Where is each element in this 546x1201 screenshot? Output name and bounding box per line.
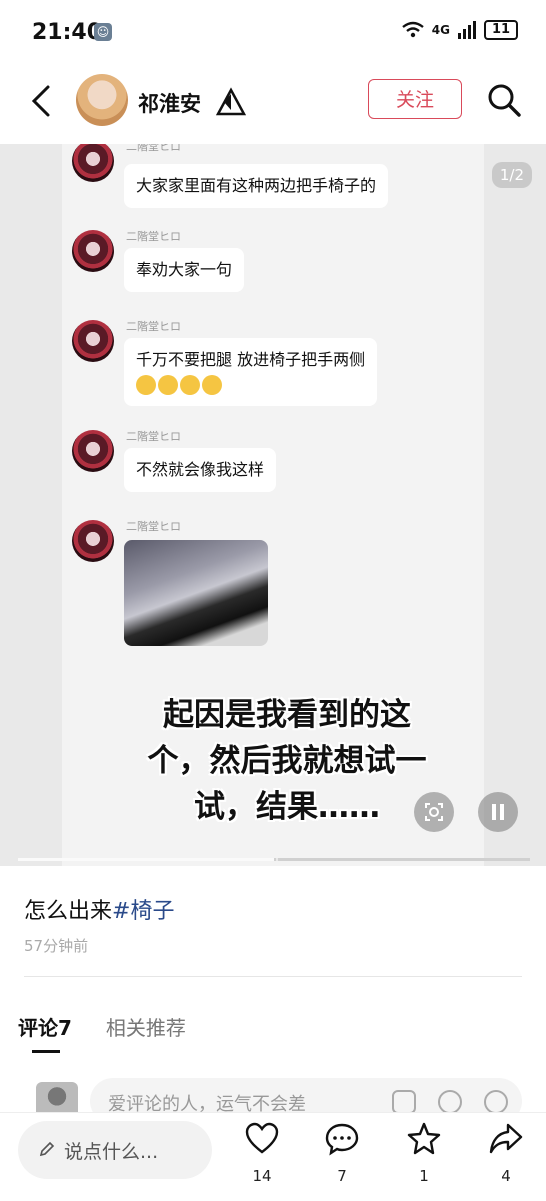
chat-photo	[124, 540, 268, 646]
battery-icon: 11	[484, 20, 518, 40]
chat-bubble: 奉劝大家一句	[124, 248, 245, 292]
like-count: 14	[252, 1167, 272, 1185]
chat-nickname: 二階堂ヒロ	[126, 430, 181, 443]
caption-line: 起因是我看到的这	[163, 697, 411, 733]
status-time: 21:40	[32, 20, 103, 45]
tab-related[interactable]: 相关推荐	[106, 1012, 186, 1041]
pause-icon[interactable]	[478, 792, 518, 832]
chat-nickname: 二階堂ヒロ	[126, 520, 181, 533]
status-bar: 21:40 ☺ 4G 11	[0, 0, 546, 64]
pen-icon	[39, 1141, 55, 1157]
author-name[interactable]: 祁淮安	[138, 88, 201, 118]
chat-avatar	[72, 144, 114, 182]
share-icon	[489, 1123, 523, 1154]
favorite-count: 1	[419, 1167, 429, 1185]
chat-bubble: 不然就会像我这样	[124, 448, 277, 492]
post-media[interactable]: 二階堂ヒロ 大家家里面有这种两边把手椅子的 二階堂ヒロ 奉劝大家一句 二階堂ヒロ…	[0, 144, 546, 866]
crying-emoji-icon	[136, 374, 156, 395]
bottom-action-bar: 说点什么... 14 7 1 4	[0, 1112, 546, 1201]
chat-avatar	[72, 430, 114, 472]
signal-icon	[458, 21, 476, 39]
post-title-text: 怎么出来	[24, 899, 113, 924]
follow-button[interactable]: 关注	[368, 79, 462, 119]
mention-icon[interactable]	[438, 1090, 462, 1114]
comment-count: 7	[337, 1167, 347, 1185]
favorite-button[interactable]: 1	[402, 1121, 446, 1185]
post-title: 怎么出来#椅子	[24, 893, 174, 925]
crying-emoji-icon	[202, 374, 222, 395]
comment-tabs: 评论7 相关推荐	[18, 1012, 186, 1053]
back-icon[interactable]	[26, 84, 56, 118]
chat-avatar	[72, 520, 114, 562]
wifi-icon	[402, 21, 424, 38]
chat-bubble: 千万不要把腿 放进椅子把手两侧	[124, 338, 378, 406]
network-type: 4G	[431, 23, 450, 37]
like-button[interactable]: 14	[240, 1121, 284, 1185]
post-time: 57分钟前	[24, 937, 89, 955]
media-progress-fill	[18, 858, 274, 861]
scan-icon[interactable]	[414, 792, 454, 832]
search-icon[interactable]	[486, 82, 522, 118]
comment-input-label: 说点什么...	[64, 1141, 159, 1163]
chat-bubble: 大家家里面有这种两边把手椅子的	[124, 164, 389, 208]
page-indicator: 1/2	[491, 162, 532, 188]
star-icon	[407, 1122, 441, 1155]
share-count: 4	[501, 1167, 511, 1185]
chat-nickname: 二階堂ヒロ	[126, 320, 181, 333]
tab-comments[interactable]: 评论7	[18, 1012, 72, 1053]
progress-segment-gap	[276, 858, 278, 861]
chat-nickname: 二階堂ヒロ	[126, 230, 181, 243]
chat-nickname: 二階堂ヒロ	[126, 144, 181, 153]
crying-emoji-icon	[158, 374, 178, 395]
divider	[24, 976, 522, 977]
comment-input-pill[interactable]: 说点什么...	[18, 1121, 212, 1179]
chat-avatar	[72, 230, 114, 272]
chat-screenshot: 二階堂ヒロ 大家家里面有这种两边把手椅子的 二階堂ヒロ 奉劝大家一句 二階堂ヒロ…	[62, 144, 484, 866]
crying-emoji-icon	[180, 374, 200, 395]
caption-line: 个，然后我就想试一	[147, 743, 427, 779]
comment-icon	[325, 1123, 359, 1156]
status-icons: 4G 11	[402, 20, 518, 40]
media-progress[interactable]	[18, 858, 530, 861]
post-header: 祁淮安 关注	[0, 66, 546, 136]
share-button[interactable]: 4	[484, 1121, 528, 1185]
comment-button[interactable]: 7	[320, 1121, 364, 1185]
hashtag-link[interactable]: #椅子	[112, 899, 174, 924]
author-avatar[interactable]	[76, 74, 128, 126]
sim-icon: ☺	[94, 23, 112, 41]
heart-icon	[245, 1122, 279, 1154]
chat-bubble-text: 千万不要把腿 放进椅子把手两侧	[136, 350, 366, 369]
chat-avatar	[72, 320, 114, 362]
emoji-icon[interactable]	[484, 1090, 508, 1114]
badge-icon	[215, 87, 247, 116]
image-icon[interactable]	[392, 1090, 416, 1114]
